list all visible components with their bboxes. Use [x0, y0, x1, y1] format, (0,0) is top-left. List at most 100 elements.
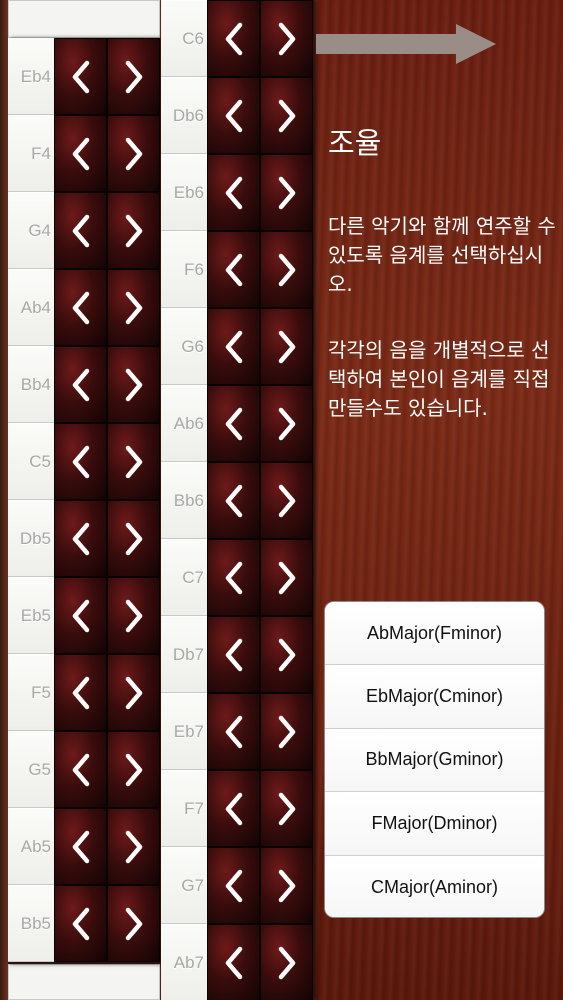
note-decrease-button[interactable] — [54, 500, 107, 577]
note-decrease-button[interactable] — [207, 616, 260, 693]
left-note-column: Eb4 F4 G4 Ab4 Bb4 C5 Db5 Eb5 F5 G5 Ab5 Bb5 — [8, 38, 160, 964]
note-decrease-button[interactable] — [207, 462, 260, 539]
scale-option[interactable]: AbMajor(Fminor) — [325, 602, 544, 666]
note-row: G6 — [161, 308, 314, 385]
chevron-right-icon — [278, 715, 295, 748]
chevron-right-icon — [278, 484, 295, 517]
scale-list: AbMajor(Fminor) EbMajor(Cminor) BbMajor(Gm… — [324, 601, 545, 918]
chevron-right-icon — [278, 792, 295, 825]
note-increase-button[interactable] — [260, 308, 313, 385]
note-decrease-button[interactable] — [54, 731, 107, 808]
note-row: C6 — [161, 0, 314, 77]
note-label: Bb4 — [8, 346, 54, 423]
note-label: Bb6 — [161, 462, 207, 539]
note-row: Eb7 — [161, 693, 314, 770]
note-row: G4 — [8, 192, 160, 269]
note-decrease-button[interactable] — [207, 770, 260, 847]
note-decrease-button[interactable] — [207, 924, 260, 1000]
note-decrease-button[interactable] — [54, 115, 107, 192]
chevron-left-icon — [225, 638, 242, 671]
chevron-left-icon — [225, 484, 242, 517]
chevron-right-icon — [125, 599, 142, 632]
chevron-right-icon — [125, 60, 142, 93]
note-decrease-button[interactable] — [207, 308, 260, 385]
note-increase-button[interactable] — [260, 924, 313, 1000]
next-arrow-icon[interactable] — [316, 24, 496, 64]
note-label: C5 — [8, 423, 54, 500]
note-decrease-button[interactable] — [207, 77, 260, 154]
note-decrease-button[interactable] — [54, 423, 107, 500]
note-decrease-button[interactable] — [54, 38, 107, 115]
note-increase-button[interactable] — [260, 385, 313, 462]
left-edge-strip — [0, 0, 8, 1000]
note-label: Ab7 — [161, 924, 207, 1000]
note-increase-button[interactable] — [107, 423, 160, 500]
note-increase-button[interactable] — [260, 616, 313, 693]
note-decrease-button[interactable] — [207, 693, 260, 770]
note-decrease-button[interactable] — [54, 885, 107, 962]
chevron-left-icon — [72, 753, 89, 786]
note-row: Db5 — [8, 500, 160, 577]
chevron-left-icon — [72, 599, 89, 632]
note-decrease-button[interactable] — [207, 539, 260, 616]
note-label: F6 — [161, 231, 207, 308]
note-row: Bb4 — [8, 346, 160, 423]
note-label: Ab6 — [161, 385, 207, 462]
note-row: Bb5 — [8, 885, 160, 962]
chevron-left-icon — [72, 291, 89, 324]
note-row: G7 — [161, 847, 314, 924]
note-decrease-button[interactable] — [54, 577, 107, 654]
note-decrease-button[interactable] — [207, 154, 260, 231]
left-column-top-cap — [8, 0, 160, 38]
note-increase-button[interactable] — [107, 115, 160, 192]
scale-option[interactable]: CMajor(Aminor) — [325, 855, 544, 917]
note-increase-button[interactable] — [107, 577, 160, 654]
note-label: Ab5 — [8, 808, 54, 885]
note-increase-button[interactable] — [260, 539, 313, 616]
note-increase-button[interactable] — [107, 192, 160, 269]
note-increase-button[interactable] — [260, 847, 313, 924]
scale-option[interactable]: EbMajor(Cminor) — [325, 665, 544, 729]
scale-option[interactable]: FMajor(Dminor) — [325, 792, 544, 856]
note-row: C7 — [161, 539, 314, 616]
note-increase-button[interactable] — [107, 269, 160, 346]
note-increase-button[interactable] — [107, 500, 160, 577]
note-row: F5 — [8, 654, 160, 731]
note-label: Db7 — [161, 616, 207, 693]
right-note-column: C6 Db6 Eb6 F6 G6 Ab6 Bb6 C7 Db7 Eb7 F7 G7 Ab7 — [161, 0, 314, 1000]
note-label: G6 — [161, 308, 207, 385]
note-increase-button[interactable] — [260, 77, 313, 154]
note-decrease-button[interactable] — [54, 269, 107, 346]
scale-option[interactable]: BbMajor(Gminor) — [325, 728, 544, 793]
chevron-left-icon — [72, 214, 89, 247]
note-label: Eb5 — [8, 577, 54, 654]
note-decrease-button[interactable] — [207, 847, 260, 924]
chevron-left-icon — [225, 792, 242, 825]
note-increase-button[interactable] — [107, 808, 160, 885]
chevron-left-icon — [225, 946, 242, 979]
chevron-right-icon — [125, 445, 142, 478]
note-increase-button[interactable] — [107, 38, 160, 115]
note-increase-button[interactable] — [260, 154, 313, 231]
note-decrease-button[interactable] — [207, 385, 260, 462]
note-increase-button[interactable] — [260, 462, 313, 539]
note-increase-button[interactable] — [107, 346, 160, 423]
note-decrease-button[interactable] — [54, 654, 107, 731]
note-increase-button[interactable] — [260, 693, 313, 770]
note-row: Db7 — [161, 616, 314, 693]
note-decrease-button[interactable] — [207, 231, 260, 308]
chevron-left-icon — [72, 137, 89, 170]
note-increase-button[interactable] — [260, 770, 313, 847]
chevron-left-icon — [225, 99, 242, 132]
note-label: F7 — [161, 770, 207, 847]
note-increase-button[interactable] — [260, 0, 313, 77]
note-decrease-button[interactable] — [54, 192, 107, 269]
note-increase-button[interactable] — [107, 885, 160, 962]
note-increase-button[interactable] — [260, 231, 313, 308]
note-increase-button[interactable] — [107, 731, 160, 808]
note-decrease-button[interactable] — [207, 0, 260, 77]
chevron-right-icon — [125, 291, 142, 324]
note-decrease-button[interactable] — [54, 808, 107, 885]
note-decrease-button[interactable] — [54, 346, 107, 423]
note-increase-button[interactable] — [107, 654, 160, 731]
